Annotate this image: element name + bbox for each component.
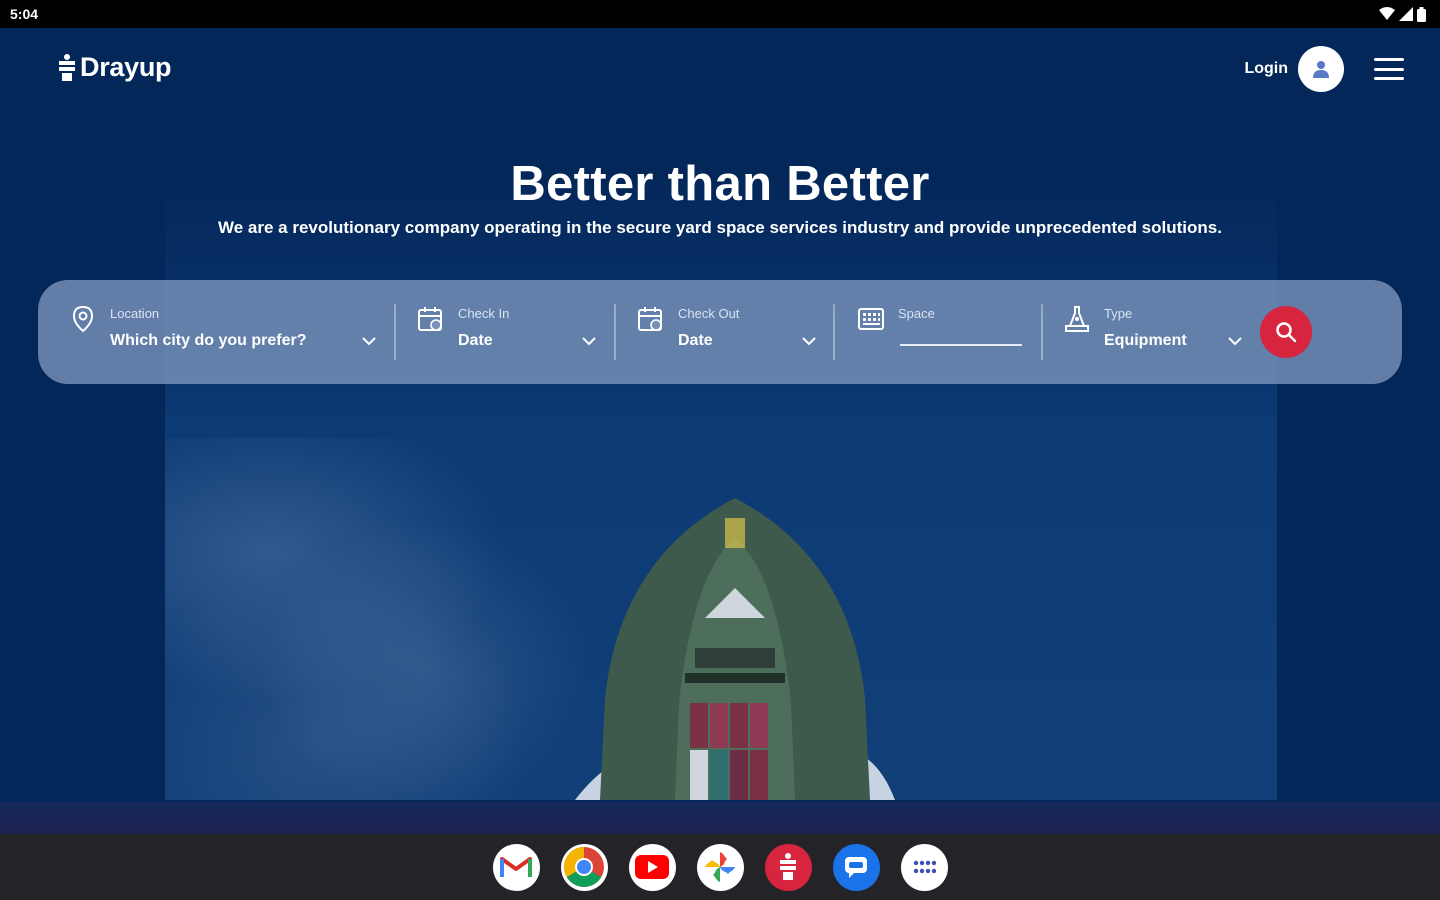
check-in-field[interactable]: Check In Date	[416, 302, 616, 358]
battery-icon	[1417, 6, 1426, 22]
status-icons	[1379, 6, 1426, 22]
chrome-icon[interactable]	[560, 843, 608, 891]
app-dock	[0, 834, 1440, 900]
hero-image	[165, 178, 1277, 800]
hero-subtitle: We are a revolutionary company operating…	[218, 218, 1222, 237]
logo-text: Drayup	[80, 52, 172, 82]
location-label: Location	[110, 306, 160, 321]
wifi-icon	[1379, 7, 1395, 20]
drayup-app-icon[interactable]	[764, 843, 812, 891]
app-screen: Drayup Login Better than Better We are a…	[0, 28, 1440, 834]
check-in-label: Check In	[458, 306, 510, 321]
divider	[1041, 304, 1043, 360]
bottom-strip	[0, 802, 1440, 834]
status-bar: 5:04	[0, 0, 1440, 28]
check-out-label: Check Out	[678, 306, 740, 321]
check-out-value: Date	[678, 332, 713, 349]
calendar-icon	[638, 307, 662, 331]
search-icon	[1276, 322, 1297, 343]
space-label: Space	[898, 306, 935, 321]
divider	[833, 304, 835, 360]
location-value: Which city do you prefer?	[110, 332, 307, 349]
status-time: 5:04	[10, 6, 39, 22]
top-nav: Login	[1244, 46, 1404, 92]
messages-icon[interactable]	[832, 843, 880, 891]
hero-title: Better than Better	[510, 157, 930, 211]
divider	[614, 304, 616, 360]
gmail-icon[interactable]	[492, 843, 540, 891]
divider	[394, 304, 396, 360]
photos-icon[interactable]	[696, 843, 744, 891]
drayup-logo-icon	[59, 53, 75, 81]
chevron-down-icon	[362, 337, 376, 346]
user-icon	[1313, 61, 1329, 78]
equipment-icon	[1065, 306, 1089, 332]
search-button[interactable]	[1260, 306, 1312, 358]
signal-icon	[1399, 7, 1413, 21]
check-out-field[interactable]: Check Out Date	[636, 302, 836, 358]
user-avatar-button[interactable]	[1298, 46, 1344, 92]
drayup-logo[interactable]: Drayup	[56, 52, 172, 83]
space-field[interactable]: Space	[856, 302, 1026, 358]
type-field[interactable]: Type Equipment	[1062, 302, 1252, 358]
grid-keyboard-icon	[858, 308, 884, 330]
map-pin-icon	[72, 305, 94, 333]
chevron-down-icon	[802, 337, 816, 346]
type-label: Type	[1104, 306, 1133, 321]
cargo-ship-image	[575, 498, 895, 800]
chevron-down-icon	[1228, 337, 1242, 346]
space-input-underline	[900, 344, 1022, 346]
search-bar: Location Which city do you prefer? Check…	[38, 280, 1402, 384]
type-value: Equipment	[1104, 332, 1187, 349]
chevron-down-icon	[582, 337, 596, 346]
space-input[interactable]	[900, 324, 1022, 344]
location-field[interactable]: Location Which city do you prefer?	[68, 302, 388, 358]
youtube-icon[interactable]	[628, 843, 676, 891]
calendar-icon	[418, 307, 442, 331]
hamburger-menu-icon[interactable]	[1374, 56, 1404, 82]
app-drawer-icon[interactable]	[900, 843, 948, 891]
login-link[interactable]: Login	[1244, 60, 1288, 78]
check-in-value: Date	[458, 332, 493, 349]
